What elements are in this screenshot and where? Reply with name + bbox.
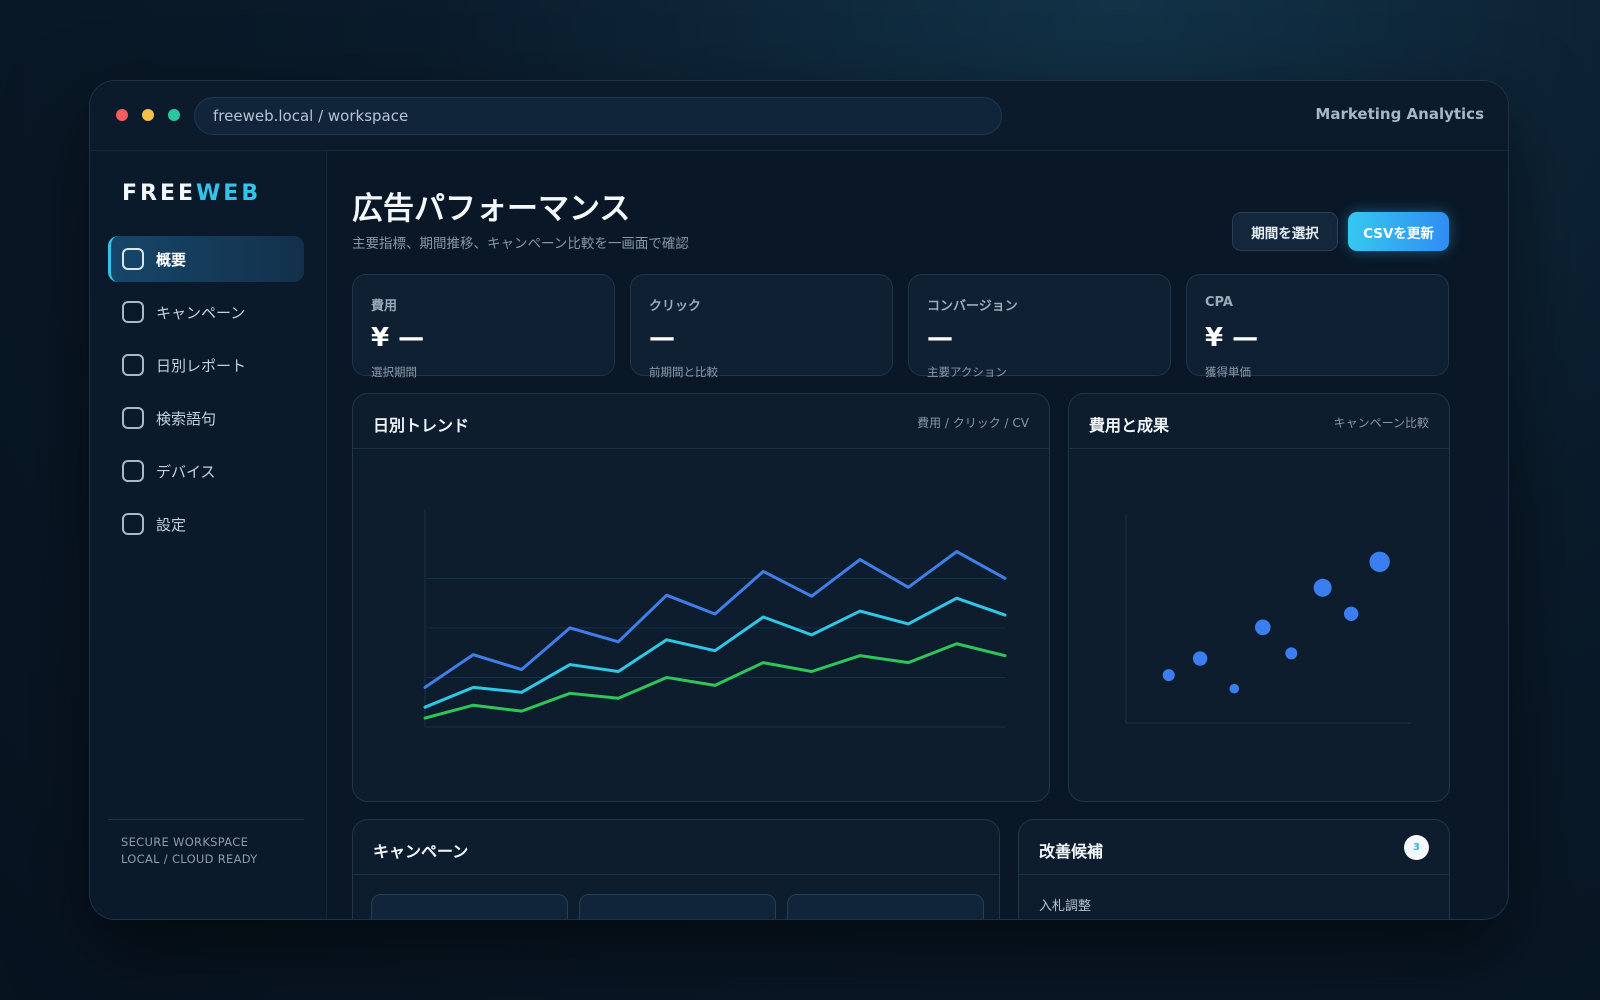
scatter-point: [1192, 651, 1208, 666]
sidebar-item-label: 設定: [156, 515, 187, 534]
sidebar-item-label: 検索語句: [156, 409, 217, 428]
sidebar-item-campaigns[interactable]: キャンペーン: [108, 289, 304, 335]
sidebar-item-search-terms[interactable]: 検索語句: [108, 395, 304, 441]
logo-text-free: FREE: [122, 181, 197, 206]
sidebar-item-daily-report[interactable]: 日別レポート: [108, 342, 304, 388]
sidebar-item-label: キャンペーン: [156, 303, 246, 322]
trend-panel-title: 日別トレンド: [373, 416, 470, 435]
select-period-button[interactable]: 期間を選択: [1232, 212, 1338, 251]
improvement-panel-header: 改善候補 3: [1019, 820, 1449, 875]
overview-icon: [122, 248, 144, 270]
kpi-label: CPA: [1205, 295, 1233, 310]
sidebar-item-label: 概要: [156, 250, 187, 269]
scatter-point: [1285, 647, 1298, 660]
title-bar: freeweb.local / workspace Marketing Anal…: [90, 81, 1508, 151]
improvement-panel-title: 改善候補: [1039, 842, 1104, 861]
kpi-card-clicks: クリック — 前期間と比較: [630, 274, 893, 379]
scatter-point: [1229, 683, 1240, 694]
campaign-panel-title: キャンペーン: [373, 842, 469, 861]
daily-report-icon: [122, 354, 144, 376]
page-subtitle: 主要指標、期間推移、キャンペーン比較を一画面で確認: [352, 236, 689, 252]
update-csv-button[interactable]: CSVを更新: [1348, 212, 1449, 251]
settings-icon: [122, 513, 144, 535]
sidebar: FREEWEB 概要 キャンペーン 日別レポート 検索語句 デバイス 設定 SE…: [90, 151, 327, 919]
campaigns-icon: [122, 301, 144, 323]
kpi-card-cpa: CPA ¥ — 獲得単価: [1186, 274, 1449, 379]
kpi-card-cost: 費用 ¥ — 選択期間: [352, 274, 615, 379]
scatter-point: [1369, 551, 1390, 572]
cost-result-scatter-chart: [1125, 515, 1411, 724]
kpi-sub: 前期間と比較: [649, 365, 718, 379]
footer-line-ready: LOCAL / CLOUD READY: [121, 852, 258, 866]
sidebar-item-label: 日別レポート: [156, 356, 247, 375]
app-title: Marketing Analytics: [1315, 105, 1484, 123]
kpi-value: ¥ —: [1205, 323, 1259, 353]
campaign-panel-header: キャンペーン: [353, 820, 999, 875]
scatter-point: [1255, 619, 1271, 636]
improvement-count-badge: 3: [1404, 835, 1429, 860]
campaign-card[interactable]: [579, 894, 776, 919]
scatter-point: [1343, 606, 1359, 621]
kpi-label: コンバージョン: [927, 299, 1018, 314]
sidebar-item-settings[interactable]: 設定: [108, 501, 304, 547]
scatter-point: [1313, 578, 1332, 597]
page-title: 広告パフォーマンス: [352, 191, 631, 227]
kpi-label: 費用: [371, 299, 398, 314]
sidebar-item-devices[interactable]: デバイス: [108, 448, 304, 494]
series-line-3: [423, 642, 1007, 720]
scatter-panel-note: キャンペーン比較: [1333, 416, 1429, 430]
address-bar[interactable]: freeweb.local / workspace: [194, 97, 1002, 135]
kpi-value: —: [927, 323, 953, 353]
scatter-panel: 費用と成果 キャンペーン比較: [1068, 393, 1450, 802]
kpi-card-conversions: コンバージョン — 主要アクション: [908, 274, 1171, 379]
kpi-label: クリック: [649, 299, 702, 314]
scatter-panel-header: 費用と成果 キャンペーン比較: [1069, 394, 1449, 449]
main-content: 広告パフォーマンス 主要指標、期間推移、キャンペーン比較を一画面で確認 期間を選…: [328, 151, 1508, 919]
improvement-item[interactable]: 入札調整: [1039, 895, 1091, 914]
footer-line-secure: SECURE WORKSPACE: [121, 835, 249, 849]
kpi-sub: 主要アクション: [927, 365, 1007, 379]
sidebar-item-label: デバイス: [156, 462, 216, 481]
campaign-card[interactable]: [787, 894, 984, 919]
search-terms-icon: [122, 407, 144, 429]
maximize-window-button[interactable]: [168, 109, 180, 121]
trend-line-chart: [423, 509, 1007, 728]
logo: FREEWEB: [122, 181, 261, 206]
kpi-value: ¥ —: [371, 323, 425, 353]
close-window-button[interactable]: [116, 109, 128, 121]
trend-panel: 日別トレンド 費用 / クリック / CV: [352, 393, 1050, 802]
kpi-sub: 選択期間: [371, 365, 417, 379]
sidebar-nav: 概要 キャンペーン 日別レポート 検索語句 デバイス 設定: [108, 236, 304, 554]
trend-panel-header: 日別トレンド 費用 / クリック / CV: [353, 394, 1049, 449]
devices-icon: [122, 460, 144, 482]
trend-panel-note: 費用 / クリック / CV: [917, 416, 1029, 430]
sidebar-footer: SECURE WORKSPACE LOCAL / CLOUD READY: [108, 819, 304, 868]
campaign-card[interactable]: [371, 894, 568, 919]
improvement-panel: 改善候補 3 入札調整: [1018, 819, 1450, 919]
logo-text-web: WEB: [196, 181, 262, 206]
campaign-panel: キャンペーン: [352, 819, 1000, 919]
minimize-window-button[interactable]: [142, 109, 154, 121]
kpi-value: —: [649, 323, 675, 353]
sidebar-item-overview[interactable]: 概要: [108, 236, 304, 282]
scatter-panel-title: 費用と成果: [1089, 416, 1170, 435]
app-window: freeweb.local / workspace Marketing Anal…: [89, 80, 1509, 920]
scatter-point: [1162, 669, 1175, 682]
kpi-sub: 獲得単価: [1205, 365, 1251, 379]
